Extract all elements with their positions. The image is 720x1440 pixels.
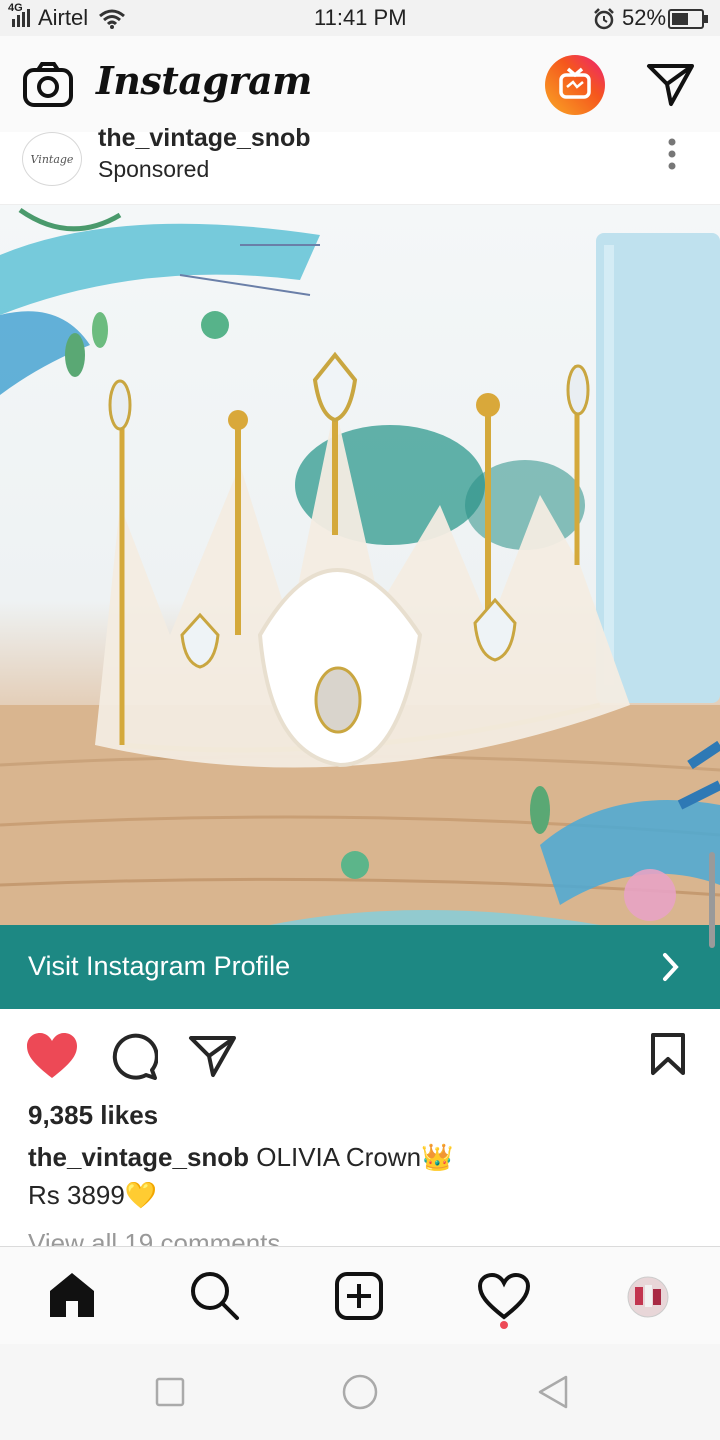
carrier-name: Airtel <box>38 5 89 30</box>
chevron-right-icon <box>663 953 679 981</box>
new-post-icon[interactable] <box>334 1271 384 1321</box>
share-icon[interactable] <box>188 1034 238 1078</box>
caption-price: Rs 3899💛 <box>28 1180 158 1210</box>
post-header: Vintage the_vintage_snob Sponsored <box>0 124 720 205</box>
view-comments-link[interactable]: View all 19 comments <box>28 1232 280 1246</box>
back-icon[interactable] <box>536 1374 570 1410</box>
post-caption: the_vintage_snob OLIVIA Crown👑 <box>28 1142 453 1173</box>
recent-apps-icon[interactable] <box>155 1377 185 1407</box>
home-circle-icon[interactable] <box>341 1373 379 1411</box>
battery-icon <box>668 9 708 29</box>
search-icon[interactable] <box>190 1271 240 1321</box>
crown-photo-illustration <box>0 207 720 925</box>
battery-percent: 52% <box>622 5 667 30</box>
scrollbar[interactable] <box>709 852 715 948</box>
cta-label: Visit Instagram Profile <box>28 951 291 981</box>
more-options-icon[interactable] <box>666 136 678 172</box>
igtv-icon[interactable] <box>544 54 606 116</box>
signal-icon <box>12 9 30 27</box>
profile-avatar[interactable] <box>626 1275 670 1319</box>
sponsored-label: Sponsored <box>98 156 210 182</box>
avatar-text: Vintage <box>30 152 74 166</box>
visit-profile-cta[interactable]: Visit Instagram Profile <box>0 925 720 1009</box>
comment-icon[interactable] <box>108 1032 158 1080</box>
likes-count[interactable]: 9,385 likes <box>28 1100 158 1131</box>
caption-username[interactable]: the_vintage_snob <box>28 1142 249 1172</box>
wifi-icon <box>99 9 125 29</box>
bookmark-icon[interactable] <box>650 1032 686 1076</box>
clock: 11:41 PM <box>314 5 407 30</box>
bottom-navigation <box>0 1246 720 1345</box>
activity-icon[interactable] <box>478 1273 530 1329</box>
like-heart-icon[interactable] <box>26 1032 78 1080</box>
caption-text: OLIVIA Crown👑 <box>256 1142 454 1172</box>
system-navigation-bar <box>0 1344 720 1440</box>
app-header: Instagram <box>0 36 720 133</box>
post-author-username[interactable]: the_vintage_snob <box>98 124 311 153</box>
direct-message-icon[interactable] <box>646 62 696 108</box>
status-bar: 4G Airtel 11:41 PM 52% <box>0 0 720 36</box>
post-image[interactable] <box>0 205 720 925</box>
post-author-avatar[interactable]: Vintage <box>22 132 82 186</box>
instagram-logo: Instagram <box>96 58 312 103</box>
comments-link-text: View all 19 comments <box>28 1232 280 1246</box>
camera-icon[interactable] <box>22 62 74 108</box>
alarm-icon <box>594 8 614 30</box>
home-icon[interactable] <box>48 1271 96 1319</box>
